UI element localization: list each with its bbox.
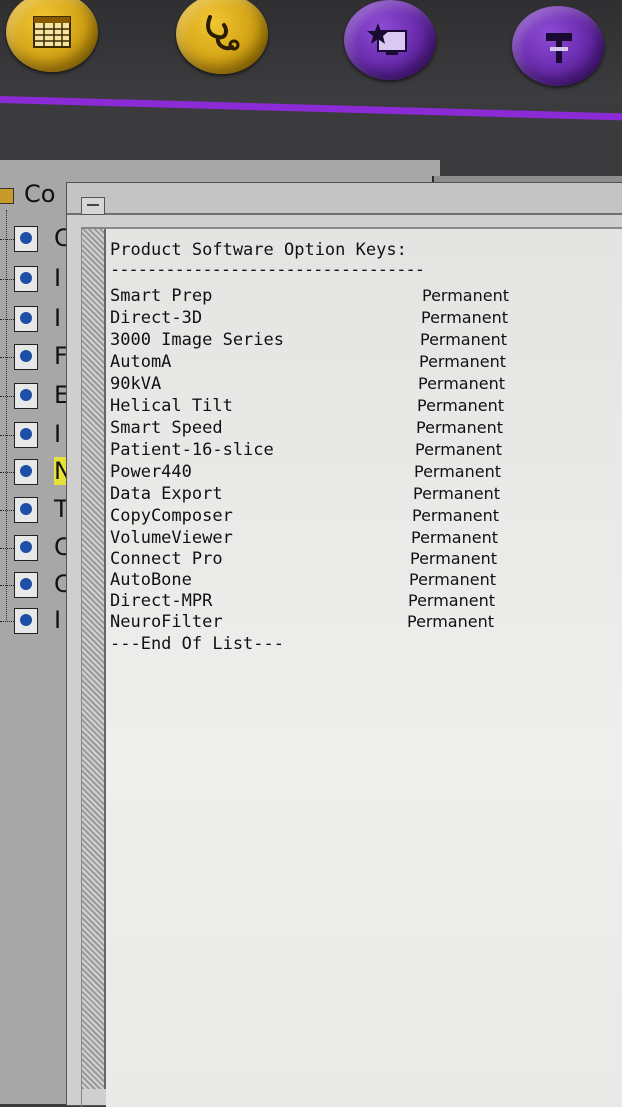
tree-root-label[interactable]: Co (0, 178, 70, 212)
dialog-titlebar[interactable] (67, 183, 622, 215)
document-icon (14, 572, 38, 598)
option-row: VolumeViewer Permanent (110, 528, 499, 548)
spreadsheet-button[interactable] (6, 0, 98, 72)
option-row: Helical Tilt Permanent (110, 396, 505, 416)
stethoscope-icon (206, 15, 240, 51)
document-icon (14, 226, 38, 252)
document-icon (14, 306, 38, 332)
tree-item[interactable]: E (0, 381, 70, 411)
star-monitor-icon (367, 23, 407, 55)
document-icon (14, 422, 38, 448)
tree-item[interactable]: F (0, 342, 70, 372)
dialog-content: Product Software Option Keys: ----------… (81, 227, 622, 1107)
option-row: AutomA Permanent (110, 352, 507, 372)
tree-item[interactable]: T (0, 495, 70, 525)
document-icon (14, 535, 38, 561)
document-icon (14, 383, 38, 409)
document-icon (14, 266, 38, 292)
tree-item[interactable]: I (0, 264, 70, 294)
option-row: Smart Prep Permanent (110, 286, 510, 306)
option-row: Data Export Permanent (110, 484, 501, 504)
tree-item[interactable]: C (0, 224, 71, 254)
option-row: Patient-16-slice Permanent (110, 440, 503, 460)
dialog-heading: Product Software Option Keys: (110, 240, 407, 260)
option-row: 3000 Image Series Permanent (110, 330, 508, 350)
option-row: AutoBone Permanent (110, 570, 497, 590)
tree-item[interactable]: I (0, 606, 70, 636)
tools-icon (546, 33, 572, 63)
option-row: NeuroFilter Permanent (110, 612, 495, 632)
heading-divider: ---------------------------------- (110, 260, 425, 280)
favorites-monitor-button[interactable] (344, 0, 436, 80)
stethoscope-button[interactable] (176, 0, 268, 74)
document-icon (14, 459, 38, 485)
option-row: 90kVA Permanent (110, 374, 506, 394)
end-of-list-text: ---End Of List--- (110, 634, 284, 654)
option-row: Power440 Permanent (110, 462, 502, 482)
option-keys-text-area: Product Software Option Keys: ----------… (106, 229, 622, 1107)
tools-button[interactable] (512, 6, 604, 86)
option-keys-dialog: Product Software Option Keys: ----------… (66, 182, 622, 1107)
document-icon (14, 608, 38, 634)
option-row: Connect Pro Permanent (110, 549, 498, 569)
document-icon (14, 497, 38, 523)
document-icon (14, 344, 38, 370)
tree-item[interactable]: I (0, 420, 70, 450)
top-toolbar (0, 0, 622, 121)
tree-item[interactable]: C (0, 570, 71, 600)
tree-item-selected[interactable]: N (0, 457, 72, 487)
tree-item[interactable]: C (0, 533, 71, 563)
option-row: Smart Speed Permanent (110, 418, 504, 438)
option-row: Direct-MPR Permanent (110, 591, 496, 611)
toolbar-accent-line (0, 96, 622, 121)
scrollbar-track[interactable] (82, 229, 106, 1089)
window-menu-button[interactable] (81, 197, 105, 215)
spreadsheet-icon (33, 16, 71, 48)
tree-item[interactable]: I (0, 304, 70, 334)
option-row: Direct-3D Permanent (110, 308, 509, 328)
option-row: CopyComposer Permanent (110, 506, 500, 526)
